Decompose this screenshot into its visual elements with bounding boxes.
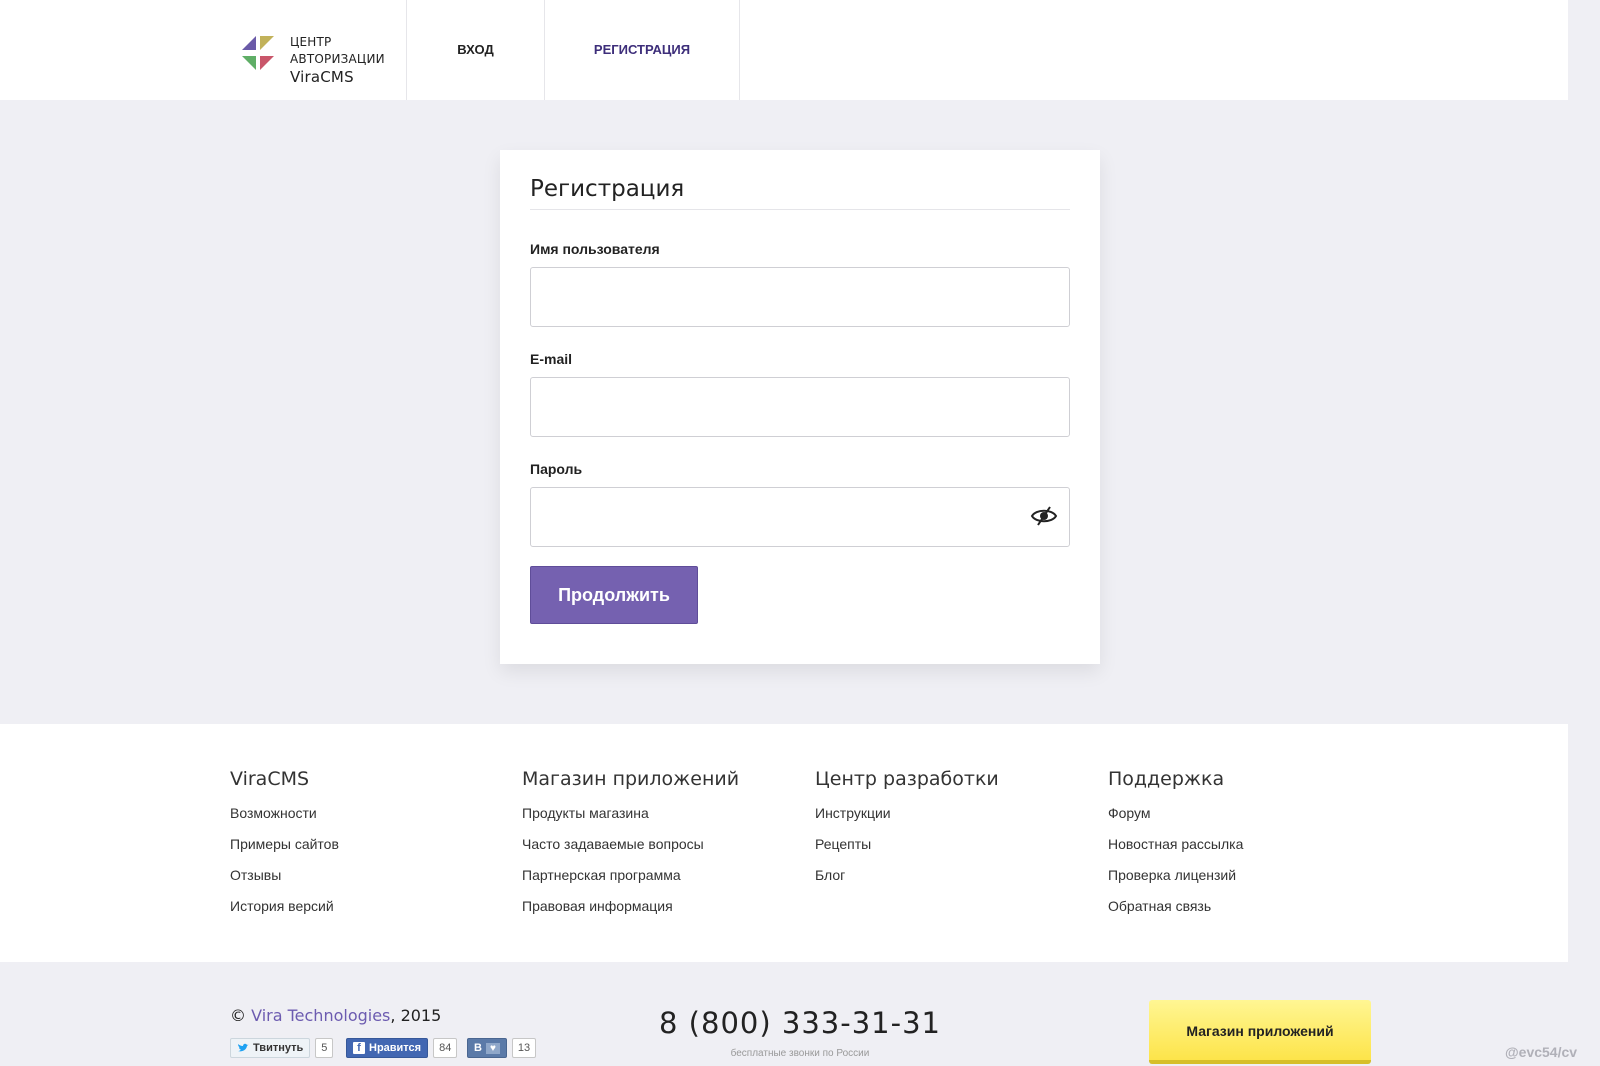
footer-link[interactable]: Отзывы [230,865,520,896]
vk-like-count: 13 [511,1038,537,1058]
nav-register-link[interactable]: РЕГИСТРАЦИЯ [545,0,739,100]
facebook-icon: f [353,1042,365,1054]
vk-like: В ♥ 13 [467,1037,537,1059]
facebook-like: f Нравится 84 [346,1037,458,1059]
tweet-count: 5 [315,1038,334,1058]
vk-like-button[interactable]: В ♥ [467,1038,507,1058]
footer-link[interactable]: История версий [230,896,520,927]
footer-link[interactable]: Продукты магазина [522,803,812,834]
copyright: © Vira Technologies, 2015 [230,1006,441,1025]
company-link[interactable]: Vira Technologies [251,1006,390,1025]
registration-card: Регистрация Имя пользователя E-mail Паро… [500,150,1100,664]
tweet-button[interactable]: Твитнуть [230,1038,311,1058]
footer-link[interactable]: Новостная рассылка [1108,834,1398,865]
copyright-symbol: © [230,1006,246,1025]
email-label: E-mail [530,351,573,367]
watermark: @evc54/cv [1505,1044,1578,1060]
footer-link[interactable]: Инструкции [815,803,1105,834]
logo-brand: ViraCMS [290,68,354,86]
footer-link[interactable]: Примеры сайтов [230,834,520,865]
username-label: Имя пользователя [530,241,660,257]
password-input[interactable] [530,487,1070,547]
logo-mark-icon [242,36,274,70]
eye-slash-icon[interactable] [1030,506,1058,526]
logo-line-2: АВТОРИЗАЦИИ [290,52,385,66]
phone-note: бесплатные звонки по России [730,1048,870,1059]
footer-column-title: Центр разработки [815,768,999,790]
tweet-label: Твитнуть [253,1042,304,1054]
site-header: ЦЕНТР АВТОРИЗАЦИИ ViraCMS ВХОД РЕГИСТРАЦ… [0,0,1568,100]
footer-link[interactable]: Проверка лицензий [1108,865,1398,896]
copyright-year: , 2015 [390,1006,442,1025]
nav-login-link[interactable]: ВХОД [407,0,544,100]
footer-column-title: Магазин приложений [522,768,740,790]
vk-label: В [474,1042,482,1054]
nav-divider [739,0,740,100]
footer-column-store: Магазин приложений Продукты магазина Час… [522,768,812,927]
app-store-button[interactable]: Магазин приложений [1149,1000,1371,1064]
twitter-bird-icon [238,1043,249,1052]
footer-link[interactable]: Партнерская программа [522,865,812,896]
footer-links: ViraCMS Возможности Примеры сайтов Отзыв… [0,724,1568,962]
footer-link[interactable]: Правовая информация [522,896,812,927]
title-divider [530,209,1070,210]
logo-line-1: ЦЕНТР [290,35,332,49]
password-label: Пароль [530,461,583,477]
footer-link[interactable]: Часто задаваемые вопросы [522,834,812,865]
facebook-like-button[interactable]: f Нравится [346,1038,429,1058]
username-input[interactable] [530,267,1070,327]
footer-column-viracms: ViraCMS Возможности Примеры сайтов Отзыв… [230,768,520,927]
phone-number: 8 (800) 333-31-31 [659,1006,941,1040]
form-title: Регистрация [530,176,685,202]
footer-column-dev: Центр разработки Инструкции Рецепты Блог [815,768,1105,896]
footer-link[interactable]: Возможности [230,803,520,834]
footer-link[interactable]: Обратная связь [1108,896,1398,927]
site-logo[interactable]: ЦЕНТР АВТОРИЗАЦИИ ViraCMS [238,30,408,90]
twitter-share: Твитнуть 5 [230,1037,334,1059]
facebook-like-count: 84 [433,1038,458,1058]
footer-column-title: ViraCMS [230,768,310,790]
footer-link[interactable]: Рецепты [815,834,1105,865]
email-input[interactable] [530,377,1070,437]
footer-column-support: Поддержка Форум Новостная рассылка Прове… [1108,768,1398,927]
continue-button[interactable]: Продолжить [530,566,698,624]
heart-icon: ♥ [485,1042,500,1054]
logo-text: ЦЕНТР АВТОРИЗАЦИИ ViraCMS [290,34,385,86]
footer-column-title: Поддержка [1108,768,1225,790]
bottom-bar: © Vira Technologies, 2015 Твитнуть 5 f Н… [0,962,1600,1066]
footer-link[interactable]: Блог [815,865,1105,896]
facebook-like-label: Нравится [369,1042,422,1054]
footer-link[interactable]: Форум [1108,803,1398,834]
